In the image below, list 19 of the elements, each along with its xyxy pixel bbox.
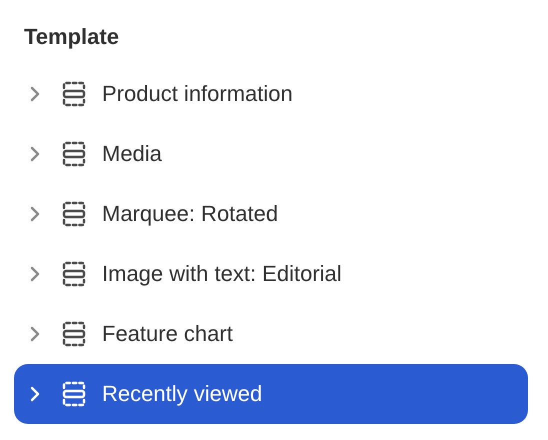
template-section-item[interactable]: Marquee: Rotated	[14, 184, 528, 244]
template-section-item[interactable]: Media	[14, 124, 528, 184]
section-icon	[60, 200, 88, 228]
section-icon	[60, 380, 88, 408]
chevron-icon[interactable]	[28, 145, 42, 163]
chevron-icon[interactable]	[28, 265, 42, 283]
chevron-icon[interactable]	[28, 85, 42, 103]
chevron-icon[interactable]	[28, 205, 42, 223]
section-icon	[60, 140, 88, 168]
section-icon	[60, 80, 88, 108]
template-section-item[interactable]: Image with text: Editorial	[14, 244, 528, 304]
chevron-icon[interactable]	[28, 325, 42, 343]
template-section-item[interactable]: Product information	[14, 64, 528, 124]
template-section-item[interactable]: Recently viewed	[14, 364, 528, 424]
chevron-icon[interactable]	[28, 385, 42, 403]
section-icon	[60, 320, 88, 348]
section-heading: Template	[24, 23, 120, 51]
section-icon	[60, 260, 88, 288]
template-section-item[interactable]: Feature chart	[14, 304, 528, 364]
